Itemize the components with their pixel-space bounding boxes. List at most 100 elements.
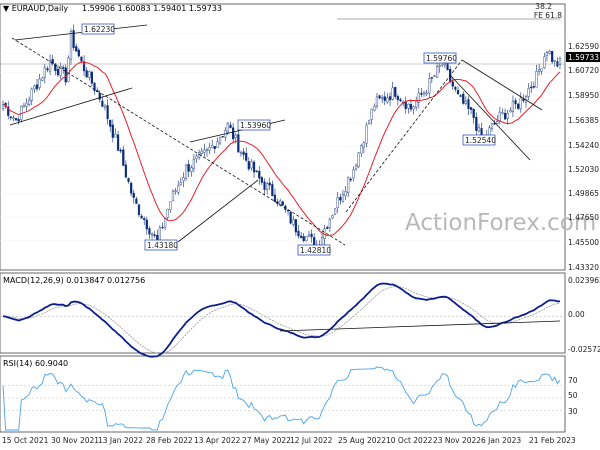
candle-body: [519, 97, 522, 110]
candle-body: [200, 150, 203, 155]
candle-body: [451, 81, 454, 87]
annotation: 1.52540: [462, 134, 496, 146]
candle-body: [184, 165, 188, 179]
candle-body: [229, 124, 232, 129]
candle-body: [441, 64, 444, 66]
candle-body: [344, 191, 347, 196]
candle: [305, 235, 308, 242]
x-tick: 28 Feb 2022: [146, 436, 193, 445]
candle-body: [211, 144, 214, 148]
candle-body: [171, 190, 175, 202]
candle-body: [266, 183, 269, 190]
candle-body: [302, 236, 305, 241]
x-tick: 15 Oct 2021: [2, 436, 49, 445]
candle-body: [69, 31, 73, 60]
candle-body: [477, 126, 481, 132]
chart: ActionForex.com ▼ EURAUD,Daily 1.59906 1…: [0, 2, 600, 445]
candle-body: [132, 192, 135, 198]
candle-body: [153, 234, 156, 236]
candle-body: [420, 93, 423, 95]
candle-body: [114, 133, 117, 138]
candle-body: [150, 233, 154, 236]
candle-body: [422, 92, 426, 95]
candle-body: [320, 237, 324, 246]
candle-body: [535, 71, 538, 88]
svg-text:1.43180: 1.43180: [147, 241, 178, 250]
candle-body: [273, 194, 277, 202]
candle: [357, 152, 360, 169]
candle-body: [166, 208, 169, 218]
price-tick: 1.45500: [568, 238, 599, 247]
candle-body: [409, 104, 413, 110]
candle: [289, 211, 292, 225]
candle-body: [469, 107, 473, 110]
price-tick: 1.52030: [568, 165, 599, 174]
candle-body: [475, 117, 478, 131]
candle-body: [187, 164, 190, 172]
fib-label-top: 38.2: [535, 2, 552, 11]
x-axis: 15 Oct 2021 30 Nov 2021 13 Jan 2022 28 F…: [2, 436, 576, 445]
price-tick: 1.47650: [568, 213, 599, 222]
candle-body: [12, 117, 15, 119]
candle-body: [156, 235, 159, 241]
rsi-tick: 50: [568, 391, 578, 400]
candle-body: [62, 67, 65, 69]
candle-body: [551, 50, 554, 62]
candle-body: [281, 201, 284, 206]
candle-body: [192, 158, 195, 169]
candle-body: [511, 101, 515, 112]
annotation: 1.42810: [297, 244, 331, 256]
candle-body: [43, 67, 46, 78]
candle-body: [467, 99, 470, 110]
candle-body: [292, 219, 295, 225]
candle-body: [161, 226, 164, 229]
candle-body: [537, 69, 541, 72]
x-tick: 30 Nov 2021: [51, 436, 99, 445]
candle-body: [328, 219, 331, 229]
candle-body: [127, 178, 130, 182]
candle-body: [454, 87, 457, 90]
candle-body: [14, 118, 18, 121]
candle-body: [271, 184, 274, 197]
candle-body: [496, 121, 499, 124]
candle-body: [347, 177, 350, 194]
price-tick: 1.43320: [568, 263, 599, 272]
candle-body: [218, 137, 222, 144]
candle-body: [164, 217, 167, 228]
candle: [67, 55, 70, 83]
candle-body: [22, 105, 26, 108]
candle-body: [339, 197, 342, 201]
candle-body: [124, 164, 128, 178]
candle-body: [464, 100, 467, 104]
candle-body: [182, 177, 185, 182]
candle: [221, 136, 224, 138]
candle-body: [30, 88, 33, 101]
candle-body: [522, 98, 525, 101]
ohlc-low: 1.59401: [153, 4, 186, 13]
x-tick: 27 May 2022: [242, 436, 291, 445]
candle-body: [237, 134, 240, 153]
candle-body: [242, 151, 245, 155]
candle-body: [177, 185, 180, 193]
candle-body: [169, 201, 172, 211]
candle-body: [503, 112, 507, 120]
candle-body: [548, 50, 551, 54]
candle-body: [490, 123, 494, 129]
candle-body: [179, 182, 182, 186]
candle-body: [28, 99, 31, 105]
candle-body: [232, 127, 235, 140]
rsi-panel: [0, 355, 566, 433]
macd-title: MACD(12,26,9) 0.013847 0.012756: [3, 276, 145, 285]
annotation: 1.43180: [144, 239, 178, 251]
candle-body: [297, 230, 300, 237]
candle-body: [362, 142, 365, 148]
svg-text:1.59760: 1.59760: [426, 54, 457, 63]
macd-tick: -0.025726: [568, 345, 600, 354]
candle-body: [435, 66, 439, 78]
candle-body: [506, 112, 509, 119]
price-tick: 1.56385: [568, 116, 599, 125]
x-tick: 13 Apr 2022: [194, 436, 241, 445]
candle-body: [388, 96, 392, 101]
current-price-label: 1.59733: [568, 53, 599, 62]
candle-body: [381, 97, 384, 99]
